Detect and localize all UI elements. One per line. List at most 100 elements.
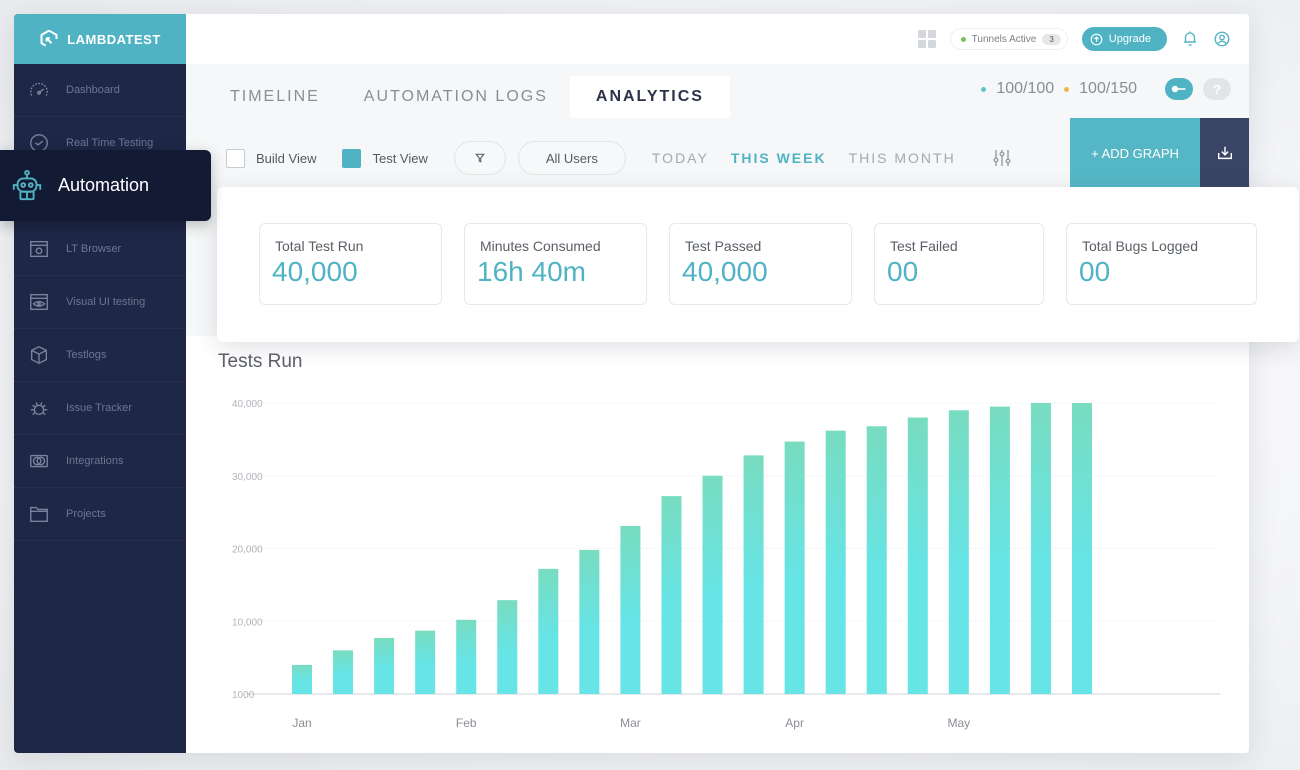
user-avatar-icon — [1214, 31, 1230, 47]
download-button[interactable] — [1200, 118, 1249, 188]
quota-dot-primary — [981, 86, 987, 92]
stat-value: 00 — [1079, 256, 1111, 287]
sidebar-item-visual-ui-testing[interactable]: Visual UI testing — [14, 276, 186, 329]
add-graph-button[interactable]: + ADD GRAPH — [1070, 118, 1200, 188]
bar — [497, 600, 518, 694]
concurrency-quota: 100/100 100/150 ? — [981, 78, 1231, 100]
stats-summary-panel: Total Test Run 40,000 Minutes Consumed 1… — [217, 187, 1299, 342]
stat-label: Test Passed — [685, 238, 762, 254]
tab-timeline[interactable]: TIMELINE — [186, 76, 342, 118]
stat-label: Minutes Consumed — [480, 238, 601, 254]
y-tick-label: 10,000 — [232, 617, 263, 628]
access-key-button[interactable] — [1165, 78, 1193, 100]
browser-icon — [30, 240, 48, 258]
bar — [907, 417, 928, 694]
sidebar: LAMBDATEST Dashboard Real Time Testing L… — [14, 14, 186, 753]
sidebar-item-dashboard[interactable]: Dashboard — [14, 64, 186, 117]
upgrade-icon — [1090, 33, 1103, 45]
stat-card-total-bugs-logged: Total Bugs Logged 00 — [1066, 223, 1257, 305]
bar — [948, 410, 969, 694]
build-view-checkbox[interactable] — [226, 148, 245, 168]
brand-logo[interactable]: LAMBDATEST — [14, 14, 186, 64]
sidebar-item-label: LT Browser — [66, 243, 122, 255]
profile-button[interactable] — [1213, 30, 1231, 48]
bar — [292, 664, 312, 694]
integrations-icon — [30, 454, 48, 468]
sidebar-item-label: Testlogs — [66, 349, 107, 361]
stat-value: 16h 40m — [477, 256, 586, 287]
test-view-label: Test View — [372, 150, 428, 166]
app-window: LAMBDATEST Dashboard Real Time Testing L… — [14, 14, 1249, 753]
notifications-button[interactable] — [1181, 30, 1199, 48]
tab-analytics[interactable]: ANALYTICS — [569, 76, 730, 118]
upgrade-button[interactable]: Upgrade — [1081, 27, 1167, 51]
build-view-label: Build View — [256, 150, 317, 166]
bell-icon — [1184, 31, 1196, 46]
bug-icon — [30, 402, 48, 416]
bar — [989, 406, 1010, 694]
stat-label: Total Test Run — [275, 238, 364, 254]
range-today[interactable]: TODAY — [652, 150, 709, 166]
quota-secondary: 100/150 — [1079, 80, 1137, 97]
tunnels-status[interactable]: Tunnels Active 3 — [949, 28, 1068, 50]
sidebar-item-integrations[interactable]: Integrations — [14, 435, 186, 488]
bar — [374, 637, 395, 694]
stat-card-test-failed: Test Failed 00 — [874, 223, 1044, 305]
quota-dot-secondary — [1064, 86, 1070, 92]
sidebar-item-label: Automation — [58, 175, 150, 195]
sidebar-item-projects[interactable]: Projects — [14, 488, 186, 541]
folder-icon — [30, 506, 48, 523]
y-tick-label: 30,000 — [232, 472, 263, 483]
stat-label: Test Failed — [890, 238, 958, 254]
bar — [538, 568, 559, 694]
robot-icon — [12, 169, 42, 200]
bar — [661, 496, 682, 694]
range-this-week[interactable]: THIS WEEK — [731, 150, 827, 166]
x-tick-label: Apr — [785, 716, 804, 730]
stat-card-total-test-run: Total Test Run 40,000 — [259, 223, 442, 305]
tunnel-status-dot — [960, 36, 966, 42]
sidebar-nav: Dashboard Real Time Testing LT Browser V — [14, 64, 186, 541]
brand-name: LAMBDATEST — [67, 31, 161, 47]
apps-grid-icon[interactable] — [917, 30, 936, 48]
y-tick-label: 40,000 — [232, 399, 263, 410]
stat-card-test-passed: Test Passed 40,000 — [669, 223, 852, 305]
y-tick-label: 20,000 — [232, 545, 263, 556]
bar — [743, 455, 764, 694]
key-icon — [1171, 85, 1186, 93]
x-tick-label: Feb — [456, 716, 477, 730]
users-dropdown[interactable]: All Users — [517, 141, 626, 175]
x-tick-label: May — [948, 716, 971, 730]
gauge-icon — [30, 82, 48, 96]
filter-button[interactable] — [453, 141, 506, 175]
box-icon — [30, 345, 48, 365]
bar — [620, 525, 641, 694]
stat-label: Total Bugs Logged — [1082, 238, 1198, 254]
eye-window-icon — [30, 293, 48, 311]
sidebar-item-automation[interactable]: Automation — [0, 150, 211, 221]
sidebar-item-issue-tracker[interactable]: Issue Tracker — [14, 382, 186, 435]
bar — [784, 441, 805, 694]
bar — [415, 630, 436, 694]
tests-run-chart-panel: Tests Run 1000 10,000 20,000 30,000 40,000 Ja… — [186, 336, 1249, 753]
stat-value: 40,000 — [682, 256, 768, 287]
bar — [702, 475, 723, 694]
quota-primary: 100/100 — [996, 80, 1055, 97]
stat-card-minutes-consumed: Minutes Consumed 16h 40m — [464, 223, 647, 305]
range-this-month[interactable]: THIS MONTH — [849, 150, 956, 166]
tunnels-count-badge: 3 — [1042, 33, 1061, 45]
sidebar-item-testlogs[interactable]: Testlogs — [14, 329, 186, 382]
lambdatest-logo-icon — [40, 29, 58, 47]
main-content: TIMELINE AUTOMATION LOGS ANALYTICS 100/1… — [186, 64, 1249, 753]
bar — [333, 650, 354, 694]
stat-value: 00 — [887, 256, 919, 287]
test-view-checkbox[interactable] — [342, 148, 362, 168]
sidebar-item-lt-browser[interactable]: LT Browser — [14, 223, 186, 276]
bar — [579, 549, 600, 694]
help-button[interactable]: ? — [1203, 78, 1231, 100]
sidebar-item-label: Real Time Testing — [66, 137, 154, 149]
bar — [1030, 403, 1051, 694]
tab-automation-logs[interactable]: AUTOMATION LOGS — [342, 76, 570, 118]
stat-value: 40,000 — [272, 256, 358, 287]
adjust-button[interactable] — [992, 148, 1012, 168]
